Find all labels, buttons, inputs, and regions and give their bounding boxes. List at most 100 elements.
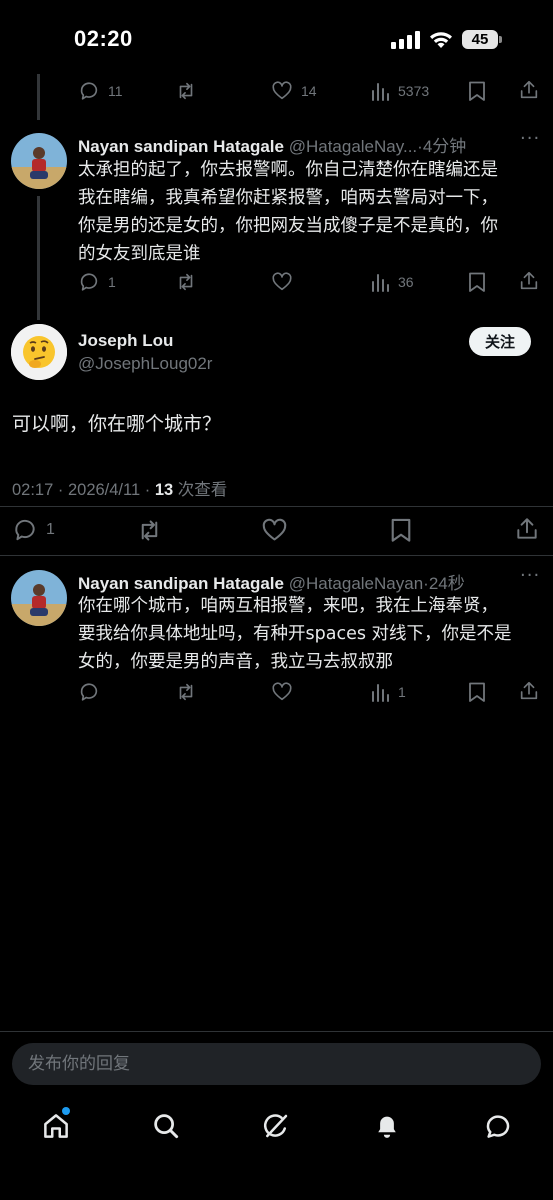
tweet-text-line: 的女友到底是谁 <box>78 244 201 264</box>
view-count: 1 <box>398 684 406 700</box>
heart-icon <box>262 518 287 541</box>
reply-count: 11 <box>108 83 123 99</box>
retweet-icon <box>179 82 193 100</box>
share-icon <box>520 681 538 700</box>
views-button[interactable]: 1 <box>370 681 406 703</box>
reply-button[interactable]: 1 <box>12 517 55 543</box>
bookmark-icon <box>469 682 485 702</box>
avatar[interactable] <box>11 570 67 626</box>
nav-notifications[interactable] <box>370 1109 404 1143</box>
battery-level: 45 <box>471 31 489 48</box>
share-icon <box>520 271 538 290</box>
author-name[interactable]: Joseph Lou <box>78 331 173 351</box>
author-handle[interactable]: @JosephLoug02r <box>78 354 212 374</box>
avatar[interactable] <box>11 133 67 189</box>
tweet-text-line: 要我给你具体地址吗，有种开spaces 对线下，你是不是 <box>78 624 512 644</box>
reply-icon <box>80 683 98 701</box>
like-button[interactable]: 14 <box>271 80 317 102</box>
tweet-time[interactable]: 24秒 <box>429 574 465 593</box>
retweet-button[interactable] <box>136 517 163 544</box>
heart-icon <box>272 81 292 100</box>
bookmark-button[interactable] <box>467 271 487 293</box>
reply-button[interactable]: 1 <box>78 271 116 293</box>
separator-dot: · <box>53 481 68 499</box>
status-time: 02:20 <box>74 26 133 51</box>
like-count: 14 <box>301 83 317 99</box>
reply-count: 1 <box>108 274 116 290</box>
retweet-button[interactable] <box>175 271 197 293</box>
views-icon <box>372 274 389 292</box>
nav-grok[interactable] <box>259 1109 293 1143</box>
tweet-text-line: 你是男的还是女的，你把网友当成傻子是不是真的，你 <box>78 216 498 236</box>
views-button[interactable]: 36 <box>370 271 414 293</box>
reply-button[interactable]: 11 <box>78 80 123 102</box>
view-count: 36 <box>398 274 414 290</box>
author-handle[interactable]: @HatagaleNay... <box>289 137 417 156</box>
heart-icon <box>272 682 292 701</box>
tweet-header: Nayan sandipan Hatagale @HatagaleNayan·2… <box>78 569 465 594</box>
grok-icon <box>263 1114 288 1138</box>
views-count[interactable]: 13 <box>155 481 173 499</box>
retweet-icon <box>179 273 193 291</box>
home-icon <box>44 1114 68 1138</box>
nav-messages[interactable] <box>481 1109 515 1143</box>
tweet-time[interactable]: 4分钟 <box>423 137 466 156</box>
views-icon <box>372 684 389 702</box>
share-button[interactable] <box>518 79 540 101</box>
reply-icon <box>15 519 35 541</box>
divider <box>0 506 553 507</box>
battery-cap <box>499 36 502 43</box>
bookmark-button[interactable] <box>467 681 487 703</box>
divider <box>0 1031 553 1032</box>
separator-dot: · <box>140 481 155 499</box>
heart-icon <box>272 272 292 291</box>
retweet-button[interactable] <box>175 80 197 102</box>
reply-icon <box>80 82 98 100</box>
bookmark-button[interactable] <box>389 517 413 543</box>
battery-icon: 45 <box>462 30 498 49</box>
author-name-text: Joseph Lou <box>78 331 174 350</box>
reply-count: 1 <box>46 521 55 538</box>
wifi-icon <box>428 28 454 50</box>
reply-icon <box>80 273 98 291</box>
divider <box>0 555 553 556</box>
share-icon <box>517 518 537 539</box>
bookmark-button[interactable] <box>467 80 487 102</box>
more-options-button[interactable]: ··· <box>520 128 540 149</box>
tweet-text: 你在哪个城市，咱两互相报警，来吧，我在上海奉贤， 要我给你具体地址吗，有种开sp… <box>78 592 548 676</box>
like-button[interactable] <box>271 271 293 293</box>
tweet-text-line: 我在瞎编，我真希望你赶紧报警，咱两去警局对一下， <box>78 188 498 208</box>
like-button[interactable] <box>271 681 293 703</box>
messages-icon <box>486 1115 510 1138</box>
author-name[interactable]: Nayan sandipan Hatagale <box>78 137 284 156</box>
reply-button[interactable] <box>78 681 100 703</box>
more-options-button[interactable]: ··· <box>520 565 540 586</box>
retweet-icon <box>141 520 158 541</box>
like-button[interactable] <box>261 517 288 544</box>
author-handle[interactable]: @HatagaleNayan <box>289 574 423 593</box>
tweet-time: 02:17 <box>12 481 54 499</box>
reply-composer[interactable] <box>12 1043 541 1085</box>
tweet-text-line: 太承担的起了，你去报警啊。你自己清楚你在瞎编还是 <box>78 160 498 180</box>
retweet-button[interactable] <box>175 681 197 703</box>
notification-dot <box>62 1107 70 1115</box>
nav-home[interactable] <box>39 1107 73 1143</box>
reply-input[interactable] <box>12 1043 541 1085</box>
share-button[interactable] <box>518 270 540 292</box>
tweet-date: 2026/4/11 <box>67 481 141 499</box>
avatar-photo <box>11 570 67 626</box>
search-icon <box>154 1114 179 1139</box>
avatar[interactable] <box>11 324 67 380</box>
views-icon <box>372 83 389 101</box>
nav-search[interactable] <box>149 1109 183 1143</box>
view-count: 5373 <box>398 83 430 99</box>
thread-line <box>37 196 40 320</box>
share-button[interactable] <box>518 680 540 702</box>
tweet-text-line: 你在哪个城市，咱两互相报警，来吧，我在上海奉贤， <box>78 596 498 616</box>
author-handle-text: @JosephLoug02r <box>78 354 213 373</box>
views-button[interactable]: 5373 <box>370 80 429 102</box>
follow-button[interactable]: 关注 <box>469 327 531 356</box>
author-name[interactable]: Nayan sandipan Hatagale <box>78 574 284 593</box>
notifications-icon <box>378 1116 396 1138</box>
share-button[interactable] <box>514 516 540 542</box>
